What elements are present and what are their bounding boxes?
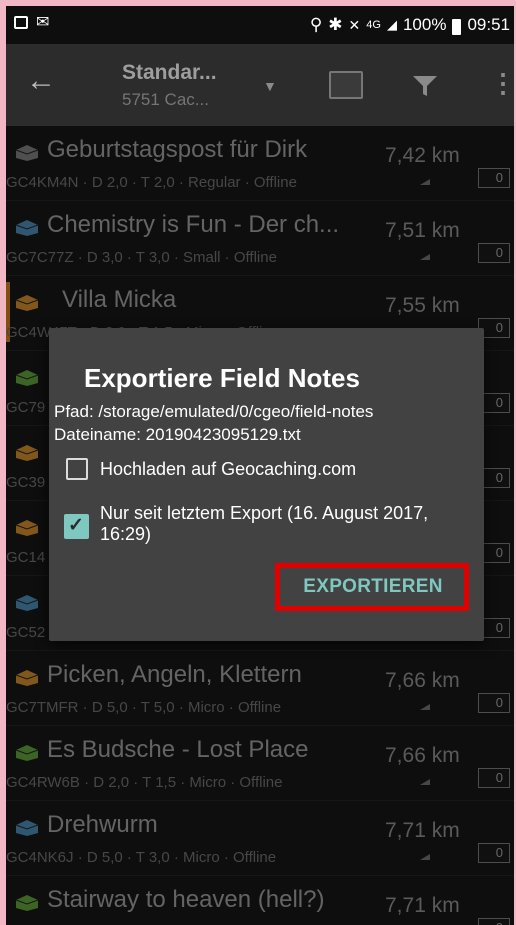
list-subtitle[interactable]: 5751 Cac... [122, 90, 209, 110]
export-button[interactable]: EXPORTIEREN [289, 572, 457, 602]
since-last-export-label[interactable]: Nur seit letztem Export (16. August 2017… [100, 503, 475, 545]
upload-checkbox[interactable] [66, 458, 88, 480]
overflow-menu-icon[interactable]: ⋮ [490, 70, 514, 96]
dialog-title: Exportiere Field Notes [84, 363, 360, 393]
mute-icon: ✕ [348, 16, 361, 33]
status-bar: ✉ ⚲ ✱ ✕ 4G ◢ 100% 09:51 [6, 6, 514, 44]
checkmark-icon: ✓ [68, 515, 84, 536]
mail-icon: ✉ [36, 14, 50, 31]
dropdown-arrow-icon[interactable]: ▼ [263, 78, 277, 94]
signal-icon: ◢ [386, 17, 397, 32]
bluetooth-icon: ✱ [328, 15, 343, 34]
battery-level: 100% [402, 15, 447, 34]
phone-screen: ✉ ⚲ ✱ ✕ 4G ◢ 100% 09:51 ← Standar... 575… [6, 6, 514, 925]
export-path: Pfad: /storage/emulated/0/cgeo/field-not… [54, 402, 374, 421]
export-filename: Dateiname: 20190423095129.txt [54, 425, 301, 444]
screenshot-icon [14, 16, 28, 29]
since-last-export-checkbox[interactable]: ✓ [64, 514, 89, 539]
clock: 09:51 [467, 15, 510, 34]
export-field-notes-dialog: Exportiere Field Notes Pfad: /storage/em… [49, 328, 484, 641]
list-title[interactable]: Standar... [122, 61, 217, 85]
network-type: 4G [366, 19, 381, 31]
back-arrow-icon[interactable]: ← [26, 66, 56, 96]
map-icon[interactable] [329, 71, 363, 99]
location-icon: ⚲ [309, 15, 323, 34]
filter-icon[interactable] [412, 74, 438, 103]
upload-checkbox-label[interactable]: Hochladen auf Geocaching.com [100, 459, 356, 480]
battery-icon [452, 19, 462, 35]
app-toolbar: ← Standar... 5751 Cac... ▼ ⋮ [6, 44, 514, 126]
